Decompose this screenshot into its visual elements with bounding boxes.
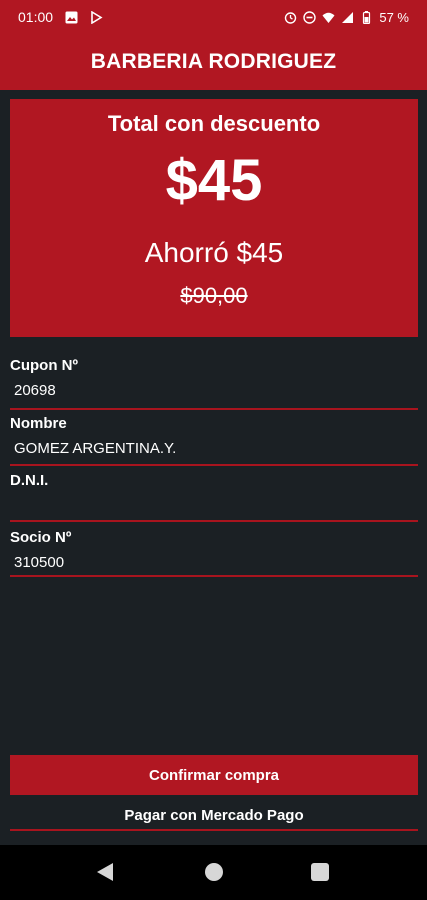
savings-text: Ahorró $45 (144, 237, 284, 268)
status-time: 01:00 (18, 9, 54, 25)
alarm-icon (285, 11, 297, 24)
total-amount: $45 (165, 148, 263, 213)
coupon-value[interactable]: 20698 (10, 382, 418, 400)
member-value[interactable]: 310500 (10, 554, 418, 572)
name-label: Nombre (10, 415, 67, 432)
total-label: Total con descuento (107, 111, 321, 136)
status-bar: 01:00 57 % (0, 0, 427, 34)
do-not-disturb-icon (303, 10, 317, 24)
dni-field[interactable]: D.N.I. (10, 472, 418, 522)
name-value[interactable]: GOMEZ ARGENTINA.Y. (10, 440, 418, 458)
system-nav-bar (0, 845, 427, 900)
original-price: $90,00 (180, 283, 248, 308)
member-label: Socio Nº (10, 529, 72, 546)
image-icon (65, 11, 78, 23)
coupon-label: Cupon Nº (10, 357, 78, 374)
recent-apps-icon[interactable] (311, 863, 329, 881)
battery-icon (363, 10, 371, 24)
dni-label: D.N.I. (10, 472, 49, 489)
confirm-purchase-button[interactable]: Confirmar compra (10, 755, 418, 795)
battery-percent: 57 % (379, 9, 409, 25)
play-store-icon (91, 10, 103, 24)
wifi-icon (322, 12, 335, 23)
coupon-field[interactable]: Cupon Nº 20698 (10, 357, 418, 410)
name-field[interactable]: Nombre GOMEZ ARGENTINA.Y. (10, 415, 418, 466)
mercado-pago-button[interactable]: Pagar con Mercado Pago (10, 801, 418, 831)
discount-summary-card: Total con descuento $45 Ahorró $45 $90,0… (10, 99, 418, 337)
signal-icon (342, 11, 354, 23)
dni-value[interactable] (10, 497, 418, 515)
home-icon[interactable] (205, 863, 223, 881)
member-field[interactable]: Socio Nº 310500 (10, 529, 418, 577)
back-icon[interactable] (97, 863, 113, 881)
app-title: BARBERIA RODRIGUEZ (0, 34, 427, 90)
